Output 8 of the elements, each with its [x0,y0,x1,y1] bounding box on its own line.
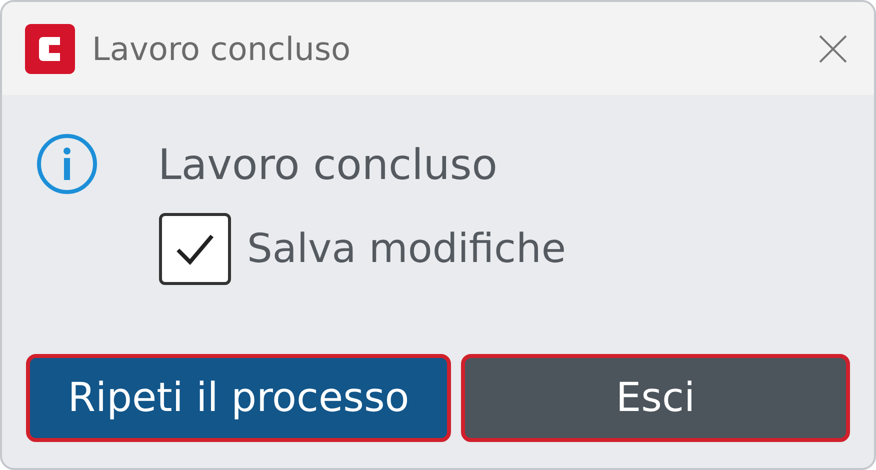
window-title: Lavoro concluso [92,30,352,68]
checkbox-label: Salva modifiche [247,226,566,272]
checkbox[interactable] [159,213,231,285]
message-text: Lavoro concluso [158,140,498,188]
info-icon [36,133,98,195]
app-logo-icon [25,24,75,74]
exit-button[interactable]: Esci [461,354,850,442]
repeat-button[interactable]: Ripeti il processo [26,354,451,442]
